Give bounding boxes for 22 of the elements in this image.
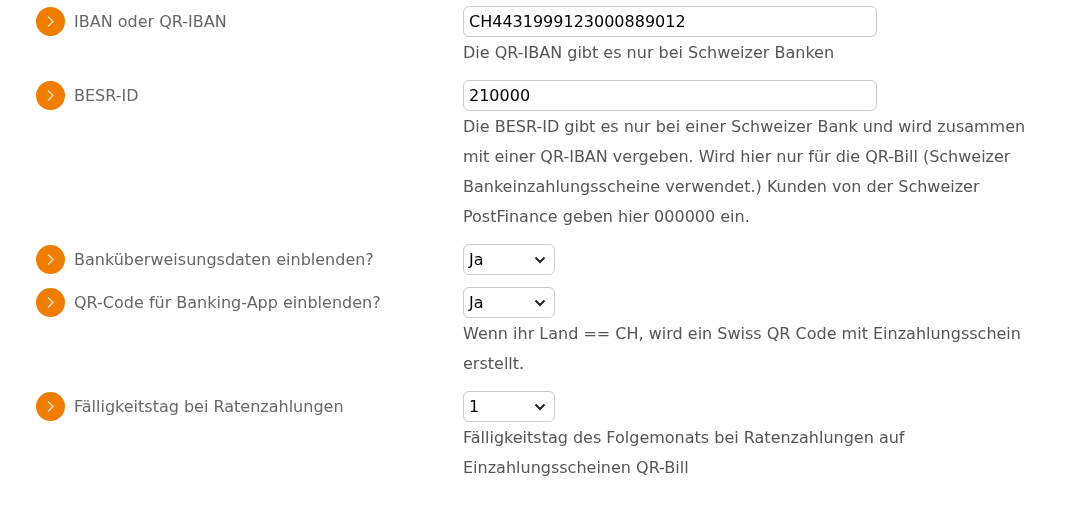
field-label: BESR-ID — [74, 85, 139, 107]
chevron-right-icon — [36, 81, 65, 110]
chevron-down-icon — [534, 255, 546, 264]
chevron-right-icon — [36, 245, 65, 274]
chevron-right-icon — [36, 7, 65, 36]
field-label: QR-Code für Banking-App einblenden? — [74, 292, 381, 314]
dropdown[interactable]: Ja — [463, 244, 555, 275]
help-text: Die BESR-ID gibt es nur bei einer Schweizer Bank und wird zusammen mit einer QR-IBAN vergeben. Wird hier nur für die QR-Bill (Schweizer Bankeinzahlungsscheine verwendet.) Kunden von der Schweizer PostFinance geben hier 000000 ein. — [463, 116, 1027, 228]
text-field[interactable]: 210000 — [463, 80, 877, 111]
field-label: Banküberweisungsdaten einblenden? — [74, 249, 374, 271]
dropdown[interactable]: Ja — [463, 287, 555, 318]
help-text: Fälligkeitstag des Folgemonats bei Ratenzahlungen auf Einzahlungsscheinen QR-Bill — [463, 427, 906, 479]
dropdown[interactable]: 1 — [463, 391, 555, 422]
chevron-down-icon — [534, 298, 546, 307]
text-field[interactable]: CH4431999123000889012 — [463, 6, 877, 37]
chevron-right-icon — [36, 288, 65, 317]
chevron-down-icon — [534, 402, 546, 411]
chevron-right-icon — [36, 392, 65, 421]
help-text: Wenn ihr Land == CH, wird ein Swiss QR Code mit Einzahlungsschein erstellt. — [463, 323, 1022, 375]
field-label: Fälligkeitstag bei Ratenzahlungen — [74, 396, 344, 418]
field-label: IBAN oder QR-IBAN — [74, 11, 227, 33]
help-text: Die QR-IBAN gibt es nur bei Schweizer Banken — [463, 42, 836, 64]
